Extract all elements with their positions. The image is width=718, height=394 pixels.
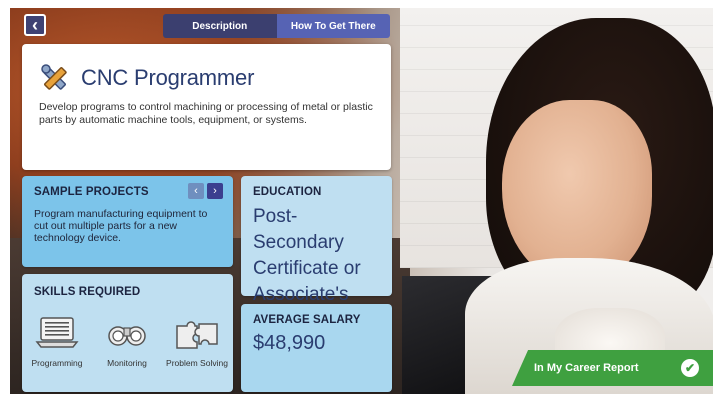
salary-heading: AVERAGE SALARY: [253, 314, 361, 326]
skill-monitoring: Monitoring: [92, 314, 162, 368]
chevron-right-icon: ›: [213, 185, 217, 197]
salary-panel: AVERAGE SALARY $48,990: [241, 304, 392, 392]
previous-project-button[interactable]: ‹: [188, 183, 204, 199]
career-description: Develop programs to control machining or…: [39, 101, 373, 126]
career-report-label: In My Career Report: [534, 362, 639, 374]
laptop-code-icon: [35, 317, 79, 348]
tools-icon: [41, 64, 67, 90]
skill-problem-solving: Problem Solving: [162, 314, 232, 368]
skill-label-problem-solving: Problem Solving: [166, 358, 228, 368]
checkmark-icon: ✔: [681, 359, 699, 377]
back-button[interactable]: ‹: [24, 14, 46, 36]
chevron-left-icon: ‹: [194, 185, 198, 197]
binoculars-icon: [108, 326, 146, 346]
salary-value: $48,990: [253, 332, 326, 354]
sample-project-text: Program manufacturing equipment to cut o…: [34, 208, 208, 244]
skills-list: Programming Monitoring Problem Solving: [22, 314, 233, 368]
skill-label-programming: Programming: [31, 358, 83, 368]
skill-label-monitoring: Monitoring: [107, 358, 147, 368]
chevron-left-icon: ‹: [32, 14, 38, 35]
career-title: CNC Programmer: [81, 65, 255, 90]
sample-projects-panel: SAMPLE PROJECTS ‹ › Program manufacturin…: [22, 176, 233, 267]
puzzle-icon: [176, 321, 218, 349]
skills-heading: SKILLS REQUIRED: [34, 286, 141, 298]
tab-bar: Description How To Get There: [163, 14, 390, 38]
career-report-button[interactable]: In My Career Report ✔: [512, 350, 713, 386]
tab-description[interactable]: Description: [163, 14, 277, 38]
sample-projects-heading: SAMPLE PROJECTS: [34, 186, 149, 198]
education-panel: EDUCATION Post-Secondary Certificate or …: [241, 176, 392, 331]
skill-programming: Programming: [22, 314, 92, 368]
career-title-card: CNC Programmer Develop programs to contr…: [22, 44, 391, 170]
education-heading: EDUCATION: [253, 186, 322, 198]
tab-how-to-get-there[interactable]: How To Get There: [276, 14, 390, 38]
sample-projects-pager: ‹ ›: [188, 183, 223, 199]
skills-panel: SKILLS REQUIRED Programming Monitoring P…: [22, 274, 233, 392]
next-project-button[interactable]: ›: [207, 183, 223, 199]
